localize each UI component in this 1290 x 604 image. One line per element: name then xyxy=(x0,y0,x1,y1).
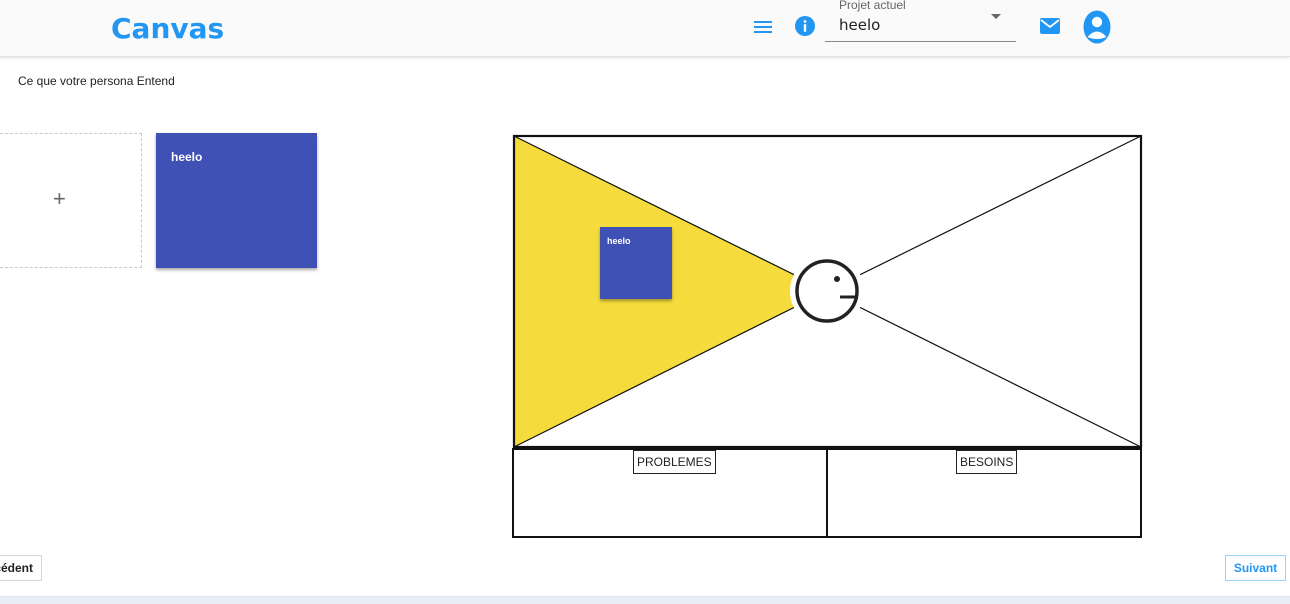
persona-head-icon xyxy=(795,259,859,323)
sticky-note[interactable]: heelo xyxy=(156,133,317,268)
menu-icon[interactable] xyxy=(752,16,774,38)
user-avatar-icon[interactable] xyxy=(1083,10,1111,44)
mail-icon[interactable] xyxy=(1039,17,1061,35)
project-select-value: heelo xyxy=(839,16,881,34)
empathy-canvas: heelo PROBLEMES BESOINS xyxy=(512,134,1143,539)
info-icon[interactable] xyxy=(794,15,816,37)
add-note-card[interactable]: + xyxy=(0,133,142,268)
problems-label: PROBLEMES xyxy=(633,450,716,474)
needs-label: BESOINS xyxy=(956,450,1018,474)
project-select[interactable]: Projet actuel heelo xyxy=(825,0,1016,42)
app-title[interactable]: Canvas xyxy=(111,12,224,45)
previous-button[interactable]: écédent xyxy=(0,555,42,581)
placed-sticky-note-text: heelo xyxy=(607,236,631,246)
plus-icon: + xyxy=(53,186,66,211)
empathy-canvas-diagram xyxy=(512,134,1143,538)
bottom-strip xyxy=(0,596,1290,604)
next-button[interactable]: Suivant xyxy=(1225,555,1286,581)
top-app-bar: Canvas Projet actuel heelo xyxy=(0,0,1290,57)
section-title: Ce que votre persona Entend xyxy=(18,74,175,88)
project-select-label: Projet actuel xyxy=(839,0,906,12)
chevron-down-icon xyxy=(991,14,1001,19)
placed-sticky-note[interactable]: heelo xyxy=(600,227,672,299)
sticky-note-text: heelo xyxy=(171,150,203,164)
